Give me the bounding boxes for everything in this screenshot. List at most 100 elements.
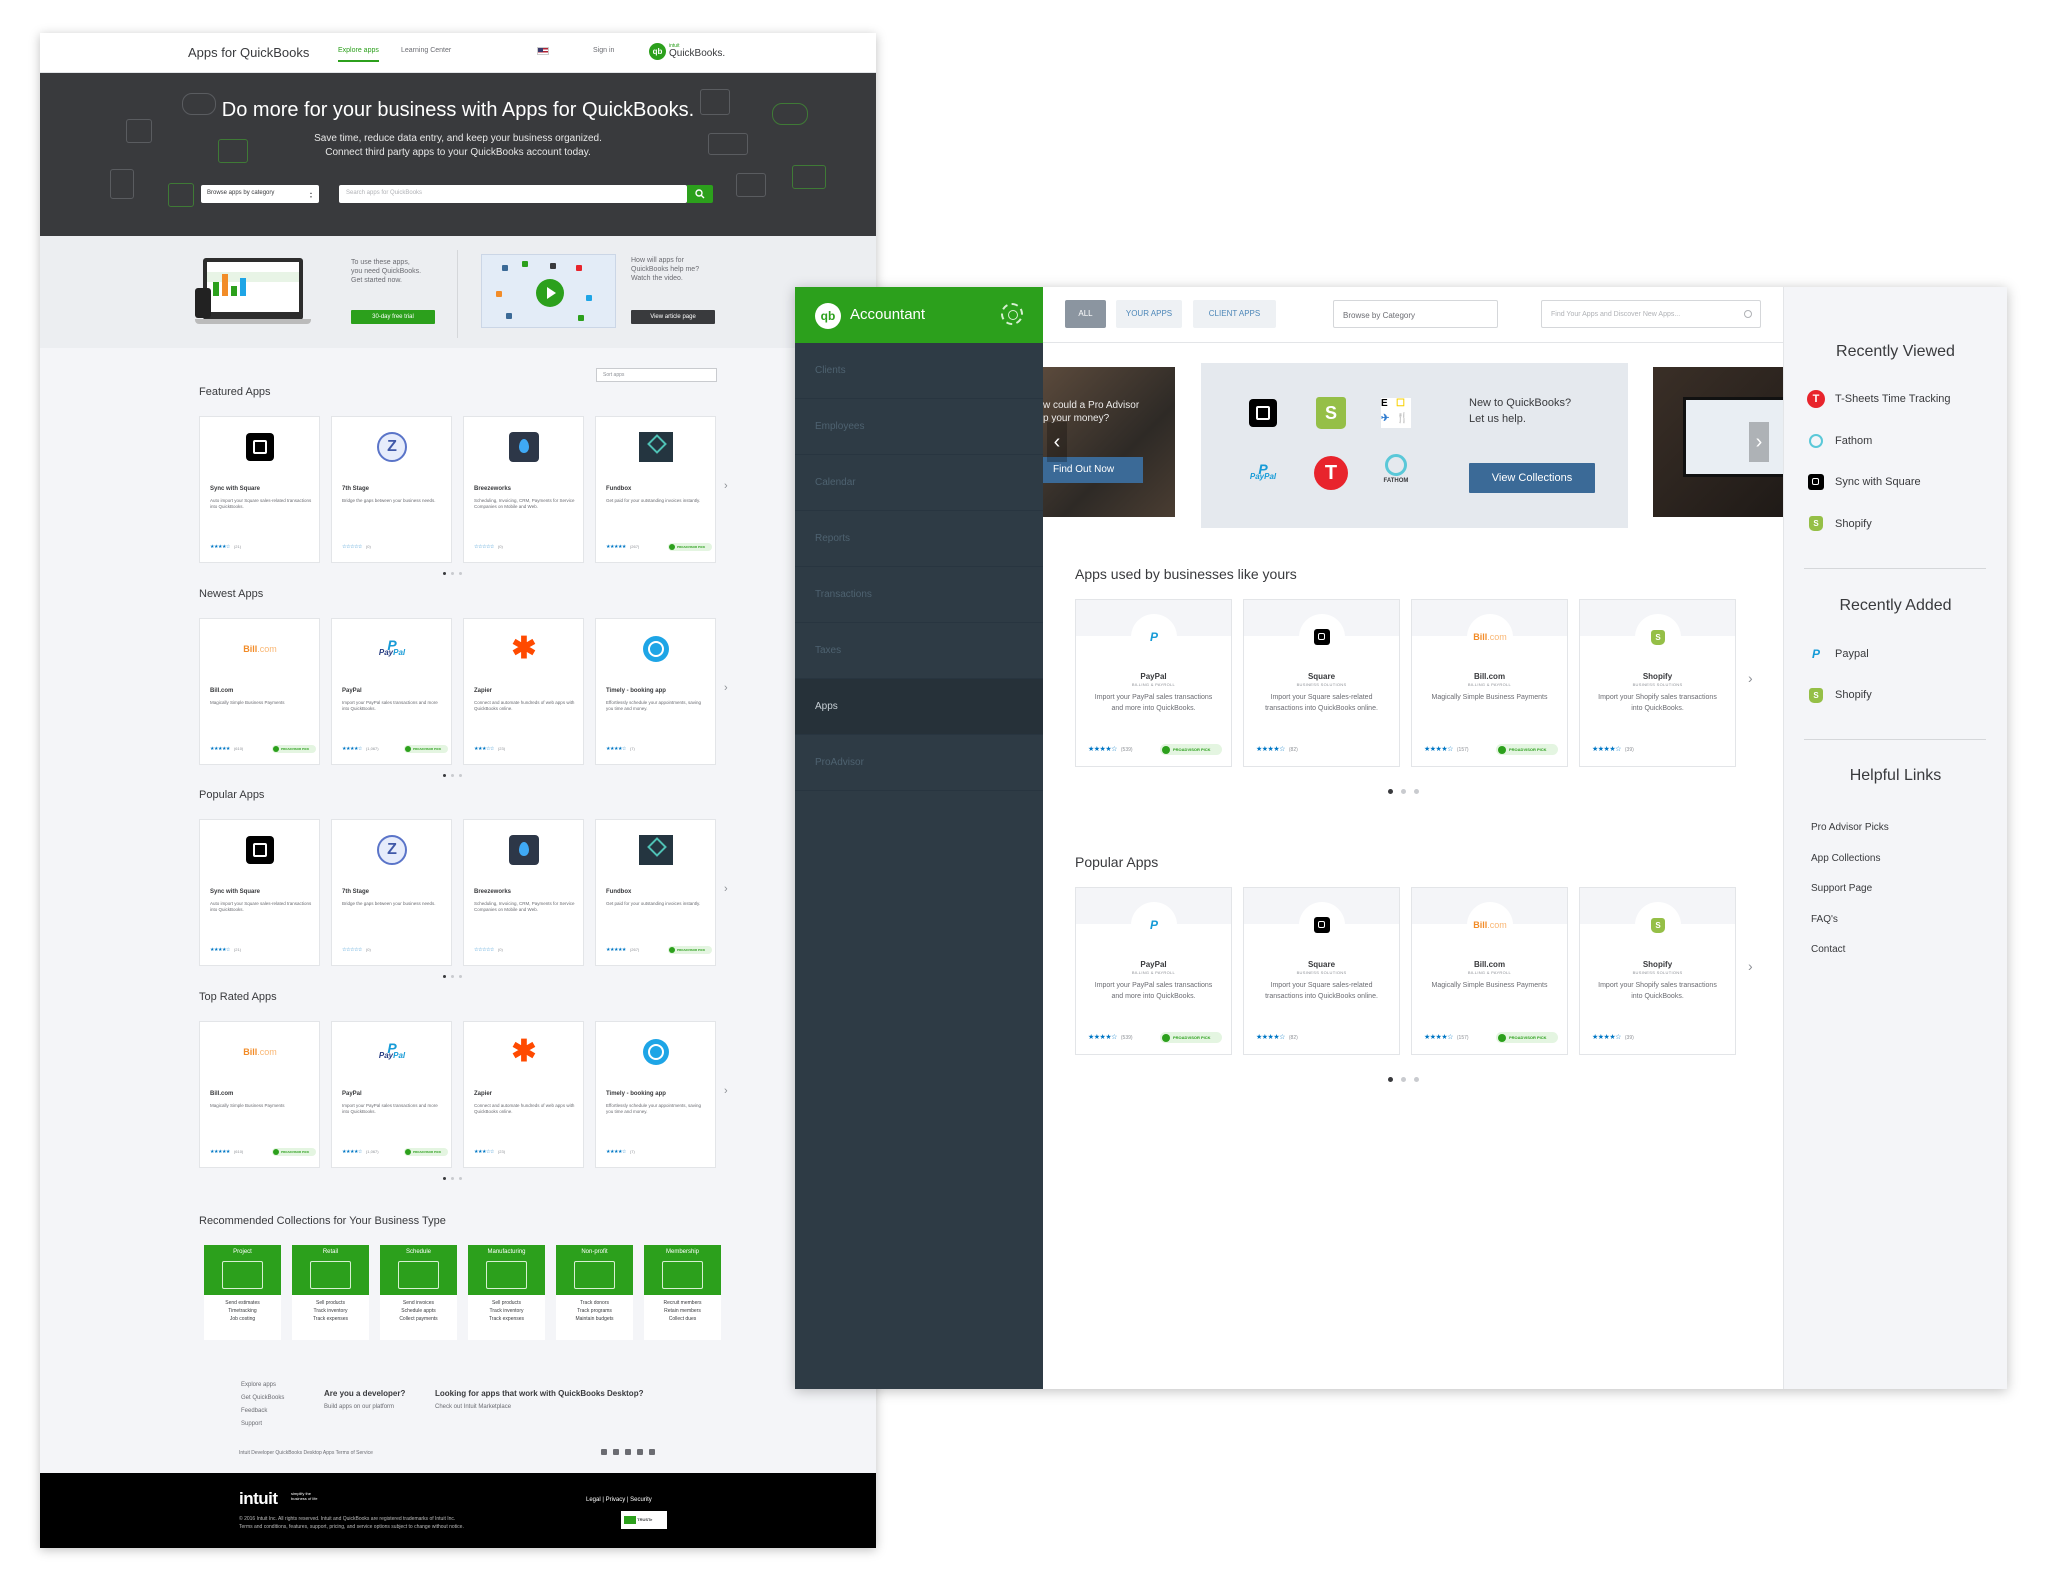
chevron-right-icon[interactable]: ›: [724, 883, 728, 895]
truste-badge[interactable]: TRUSTe: [621, 1511, 667, 1529]
app-card[interactable]: Timely - booking app Effortlessly schedul…: [595, 618, 716, 765]
app-card[interactable]: Fundbox Get paid for your outstanding inv…: [595, 416, 716, 563]
search-input[interactable]: Search apps for QuickBooks: [339, 185, 687, 203]
view-article-button[interactable]: View article page: [631, 310, 715, 324]
category-select[interactable]: Browse apps by category: [201, 185, 319, 203]
chevron-right-icon[interactable]: ›: [724, 1085, 728, 1097]
intuit-logo[interactable]: intuit: [239, 1489, 278, 1509]
helpful-link[interactable]: FAQ's: [1811, 914, 1838, 925]
app-card[interactable]: ✱ Zapier Connect and automate hundreds of …: [463, 1021, 584, 1168]
collection-card[interactable]: Project Send estimates Timetracking Job cos…: [204, 1245, 281, 1340]
collection-card[interactable]: Manufacturing Sell products Track inventor…: [468, 1245, 545, 1340]
legal-links[interactable]: Legal | Privacy | Security: [586, 1497, 652, 1503]
rail-app-link[interactable]: S Shopify: [1806, 685, 1872, 705]
app-card[interactable]: Bill.com Bill.com Magically Simple Busines…: [199, 618, 320, 765]
linkedin-icon[interactable]: [649, 1449, 655, 1455]
helpful-link[interactable]: Pro Advisor Picks: [1811, 822, 1889, 833]
footer-link[interactable]: Explore apps: [241, 1379, 284, 1392]
app-card[interactable]: P PayPal PayPal Import your PayPal sales tr…: [331, 1021, 452, 1168]
chevron-right-icon[interactable]: ›: [724, 682, 728, 694]
collection-card[interactable]: Schedule Send invoices Schedule appts Colle…: [380, 1245, 457, 1340]
app-card[interactable]: ✱ Zapier Connect and automate hundreds of …: [463, 618, 584, 765]
view-collections-button[interactable]: View Collections: [1469, 463, 1595, 493]
carousel-dots[interactable]: [1388, 789, 1419, 794]
app-card[interactable]: P PayPal PayPal Import your PayPal sales tr…: [331, 618, 452, 765]
app-card[interactable]: Fundbox Get paid for your outstanding inv…: [595, 819, 716, 966]
carousel-dots[interactable]: [443, 1177, 462, 1180]
qb-logo-icon[interactable]: qb: [815, 303, 841, 329]
collection-card[interactable]: Non-profit Track donors Track programs Main…: [556, 1245, 633, 1340]
sidebar-item-transactions[interactable]: Transactions: [795, 567, 1043, 623]
nav-learning-center[interactable]: Learning Center: [401, 47, 451, 54]
app-card[interactable]: S Shopify BUSINESS SOLUTIONS Import your Sh…: [1579, 887, 1736, 1055]
sign-in-link[interactable]: Sign in: [593, 47, 614, 54]
app-card[interactable]: P PayPal BILLING & PAYROLL Import your PayP…: [1075, 887, 1232, 1055]
gear-icon[interactable]: [1001, 303, 1023, 325]
app-card[interactable]: Bill.com Bill.com BILLING & PAYROLL Magical…: [1411, 887, 1568, 1055]
collection-card[interactable]: Retail Sell products Track inventory Track …: [292, 1245, 369, 1340]
footer-bottom-links[interactable]: Intuit Developer QuickBooks Desktop Apps…: [239, 1450, 373, 1456]
app-card[interactable]: S Shopify BUSINESS SOLUTIONS Import your Sh…: [1579, 599, 1736, 767]
helpful-link[interactable]: Contact: [1811, 944, 1845, 955]
twitter-icon[interactable]: [613, 1449, 619, 1455]
collection-card[interactable]: Membership Recruit members Retain members C…: [644, 1245, 721, 1340]
app-card[interactable]: Breezeworks Scheduling, Invoicing, CRM, P…: [463, 416, 584, 563]
rail-app-link[interactable]: T T-Sheets Time Tracking: [1806, 389, 1951, 409]
tab-your-apps[interactable]: YOUR APPS: [1116, 300, 1182, 328]
facebook-icon[interactable]: [601, 1449, 607, 1455]
search-icon[interactable]: [1744, 310, 1752, 318]
sidebar-item-proadvisor[interactable]: ProAdvisor: [795, 735, 1043, 791]
app-card[interactable]: Timely - booking app Effortlessly schedul…: [595, 1021, 716, 1168]
marketplace-link[interactable]: Check out Intuit Marketplace: [435, 1404, 511, 1410]
sidebar-item-apps[interactable]: Apps: [795, 679, 1043, 735]
footer-link[interactable]: Feedback: [241, 1405, 284, 1418]
brand-title[interactable]: Apps for QuickBooks: [188, 45, 309, 60]
category-select[interactable]: Browse by Category: [1333, 300, 1498, 328]
carousel-dots[interactable]: [443, 572, 462, 575]
chevron-right-icon[interactable]: ›: [1749, 422, 1769, 462]
chevron-left-icon[interactable]: ‹: [1047, 422, 1067, 462]
app-card[interactable]: Square BUSINESS SOLUTIONS Import your Squa…: [1243, 599, 1400, 767]
sidebar-item-clients[interactable]: Clients: [795, 343, 1043, 399]
sort-select[interactable]: Sort apps: [596, 368, 717, 382]
app-card[interactable]: Bill.com Bill.com BILLING & PAYROLL Magical…: [1411, 599, 1568, 767]
app-card[interactable]: Breezeworks Scheduling, Invoicing, CRM, P…: [463, 819, 584, 966]
free-trial-button[interactable]: 30-day free trial: [351, 310, 435, 324]
sidebar-item-reports[interactable]: Reports: [795, 511, 1043, 567]
app-card[interactable]: Sync with Square Auto import your Square …: [199, 416, 320, 563]
search-input[interactable]: Find Your Apps and Discover New Apps...: [1541, 300, 1761, 328]
chevron-right-icon[interactable]: ›: [724, 480, 728, 492]
quickbooks-logo[interactable]: qb intuit QuickBooks.: [649, 43, 725, 60]
carousel-dots[interactable]: [1388, 1077, 1419, 1082]
sidebar-item-taxes[interactable]: Taxes: [795, 623, 1043, 679]
video-thumbnail[interactable]: [481, 254, 616, 328]
rail-app-link[interactable]: Fathom: [1806, 431, 1872, 451]
search-button[interactable]: [687, 185, 713, 203]
developer-link[interactable]: Build apps on our platform: [324, 1404, 394, 1410]
app-card[interactable]: Sync with Square Auto import your Square …: [199, 819, 320, 966]
sidebar-item-calendar[interactable]: Calendar: [795, 455, 1043, 511]
app-card[interactable]: Bill.com Bill.com Magically Simple Busines…: [199, 1021, 320, 1168]
slide-pro-advisor[interactable]: w could a Pro Advisor p your money? Find …: [1043, 367, 1175, 517]
rail-app-link[interactable]: P Paypal: [1806, 644, 1869, 664]
footer-link[interactable]: Get QuickBooks: [241, 1392, 284, 1405]
footer-link[interactable]: Support: [241, 1418, 284, 1431]
app-card[interactable]: Z 7th Stage Bridge the gaps between your b…: [331, 416, 452, 563]
tab-all[interactable]: ALL: [1065, 300, 1106, 328]
play-icon[interactable]: [536, 279, 564, 307]
chevron-right-icon[interactable]: ›: [1748, 670, 1753, 686]
helpful-link[interactable]: App Collections: [1811, 853, 1880, 864]
chevron-right-icon[interactable]: ›: [1748, 958, 1753, 974]
slide-product-image[interactable]: ›: [1653, 367, 1783, 517]
rail-app-link[interactable]: Sync with Square: [1806, 472, 1921, 492]
app-card[interactable]: P PayPal BILLING & PAYROLL Import your PayP…: [1075, 599, 1232, 767]
tab-client-apps[interactable]: CLIENT APPS: [1193, 300, 1276, 328]
helpful-link[interactable]: Support Page: [1811, 883, 1872, 894]
nav-explore-apps[interactable]: Explore apps: [338, 47, 379, 62]
sidebar-item-employees[interactable]: Employees: [795, 399, 1043, 455]
rail-app-link[interactable]: S Shopify: [1806, 514, 1872, 534]
us-flag-icon[interactable]: [537, 47, 549, 55]
app-card[interactable]: Z 7th Stage Bridge the gaps between your b…: [331, 819, 452, 966]
youtube-icon[interactable]: [625, 1449, 631, 1455]
app-card[interactable]: Square BUSINESS SOLUTIONS Import your Squa…: [1243, 887, 1400, 1055]
